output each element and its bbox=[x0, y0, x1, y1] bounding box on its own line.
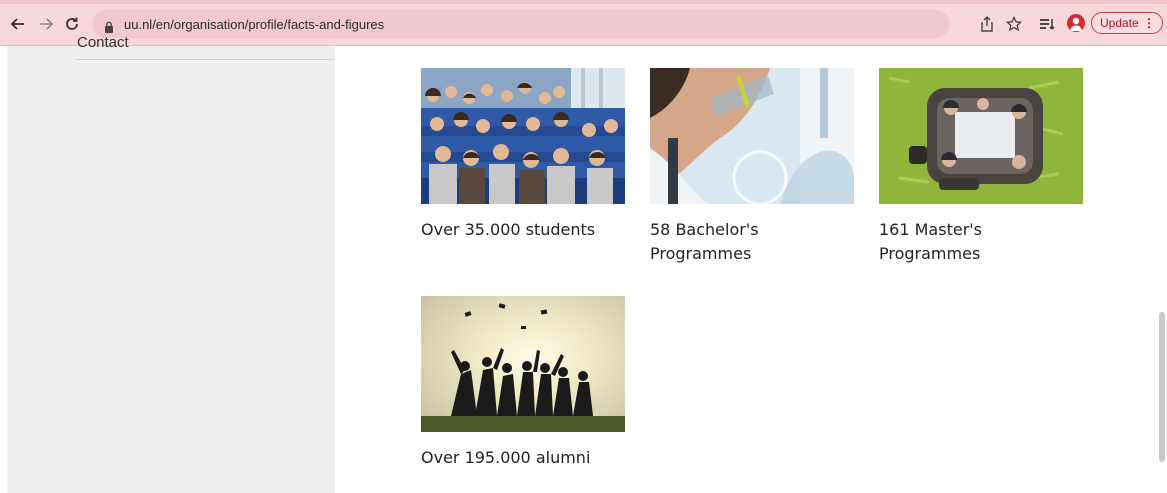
page-content: Contact Over 35.000 students 58 Bachelor… bbox=[0, 34, 1167, 493]
address-bar[interactable]: uu.nl/en/organisation/profile/facts-and-… bbox=[92, 10, 950, 38]
sidebar-divider bbox=[77, 59, 335, 60]
back-arrow-icon[interactable] bbox=[9, 15, 27, 33]
fact-card-alumni[interactable]: Over 195.000 alumni bbox=[421, 296, 625, 470]
fact-card-masters[interactable]: 161 Master's Programmes bbox=[879, 68, 1083, 266]
lecture-hall-photo bbox=[421, 68, 625, 204]
reading-list-icon[interactable] bbox=[1038, 15, 1056, 33]
sidebar-item-contact[interactable]: Contact bbox=[77, 34, 129, 51]
sidebar: Contact bbox=[7, 34, 335, 493]
profile-avatar-icon[interactable] bbox=[1067, 14, 1085, 32]
fact-card-bachelors[interactable]: 58 Bachelor's Programmes bbox=[650, 68, 854, 266]
tab-strip-edge bbox=[0, 0, 1167, 4]
scrollbar-thumb[interactable] bbox=[1159, 312, 1165, 462]
browser-toolbar: uu.nl/en/organisation/profile/facts-and-… bbox=[0, 0, 1167, 46]
fact-card-students[interactable]: Over 35.000 students bbox=[421, 68, 625, 242]
fact-caption: Over 35.000 students bbox=[421, 220, 596, 239]
graduation-photo bbox=[421, 296, 625, 432]
update-button[interactable]: Update ⋮ bbox=[1091, 12, 1163, 34]
kebab-menu-icon[interactable]: ⋮ bbox=[1143, 16, 1155, 30]
star-icon[interactable] bbox=[1005, 15, 1023, 33]
forward-arrow-icon[interactable] bbox=[37, 15, 55, 33]
lab-researcher-photo bbox=[650, 68, 854, 204]
reload-icon[interactable] bbox=[63, 15, 81, 33]
url-text[interactable]: uu.nl/en/organisation/profile/facts-and-… bbox=[124, 17, 384, 32]
fact-caption: 58 Bachelor's Programmes bbox=[650, 220, 759, 263]
study-group-photo bbox=[879, 68, 1083, 204]
lock-icon[interactable] bbox=[104, 18, 114, 33]
update-label: Update bbox=[1100, 16, 1139, 30]
fact-caption: 161 Master's Programmes bbox=[879, 220, 982, 263]
fact-caption: Over 195.000 alumni bbox=[421, 448, 591, 467]
share-icon[interactable] bbox=[978, 15, 996, 33]
